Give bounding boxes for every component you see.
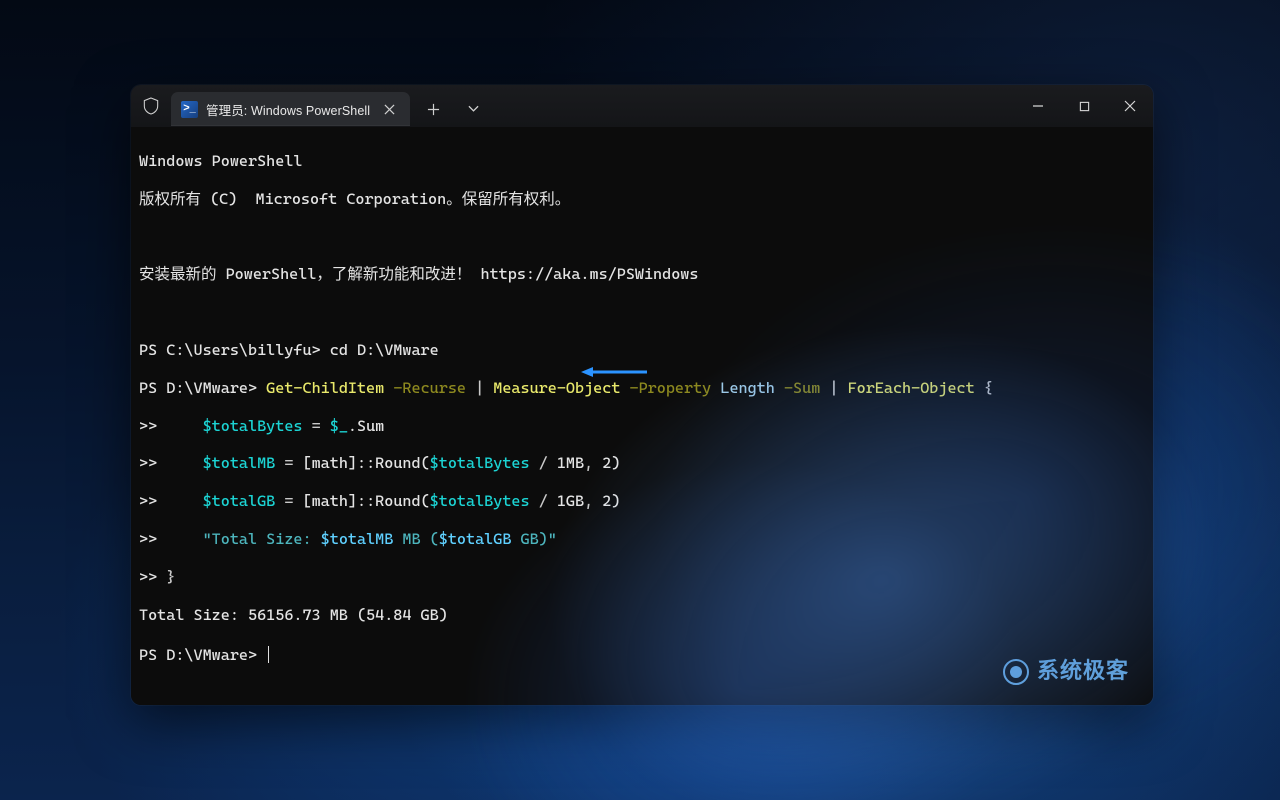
close-icon: [1124, 100, 1136, 112]
cmd-cd: cd D:\VMware: [330, 341, 439, 359]
tab-close-button[interactable]: [378, 98, 400, 120]
maximize-button[interactable]: [1061, 85, 1107, 127]
tok-pipe: |: [475, 379, 484, 397]
tok-var: $totalBytes: [203, 417, 303, 435]
plus-icon: [427, 103, 440, 116]
banner-line: Windows PowerShell: [139, 152, 302, 170]
tok-var: $totalBytes: [430, 454, 530, 472]
shield-icon: [131, 97, 171, 115]
tok-param: -Sum: [784, 379, 820, 397]
prompt: PS C:\Users\billyfu>: [139, 341, 330, 359]
minimize-icon: [1032, 100, 1044, 112]
tok-brace: {: [984, 379, 993, 397]
powershell-icon: >_: [181, 101, 198, 118]
prompt: PS D:\VMware>: [139, 379, 266, 397]
annotation-arrow-icon: [581, 366, 647, 378]
minimize-button[interactable]: [1015, 85, 1061, 127]
close-window-button[interactable]: [1107, 85, 1153, 127]
tab-title: 管理员: Windows PowerShell: [206, 100, 370, 119]
watermark: 系统极客: [1003, 658, 1129, 685]
tab-dropdown-button[interactable]: [456, 92, 490, 126]
install-url: https://aka.ms/PSWindows: [481, 265, 699, 283]
tok-cmdlet: ForEach-Object: [848, 379, 975, 397]
tok-member: .Sum: [348, 417, 384, 435]
terminal-window: >_ 管理员: Windows PowerShell: [131, 85, 1153, 705]
tok-op: /: [530, 492, 557, 510]
tok-op: /: [530, 454, 557, 472]
tok-string: MB (: [393, 530, 438, 548]
tab-powershell[interactable]: >_ 管理员: Windows PowerShell: [171, 92, 410, 126]
titlebar[interactable]: >_ 管理员: Windows PowerShell: [131, 85, 1153, 127]
copyright-line: 版权所有 (C) Microsoft Corporation。保留所有权利。: [139, 190, 570, 208]
tok-var: $_: [330, 417, 348, 435]
tok-op: =: [275, 492, 302, 510]
continuation: >>: [139, 530, 157, 548]
prompt: PS D:\VMware>: [139, 646, 266, 664]
install-hint: 安装最新的 PowerShell，了解新功能和改进！: [139, 265, 471, 283]
close-icon: [384, 104, 395, 115]
tok-literal: 1GB: [557, 492, 584, 510]
continuation: >>: [139, 454, 157, 472]
tok-var: $totalMB: [203, 454, 276, 472]
tok-op: =: [303, 417, 330, 435]
tok-call: [math]::Round(: [303, 454, 430, 472]
tok-literal: 2: [602, 492, 611, 510]
tok-cmdlet: Get-ChildItem: [266, 379, 384, 397]
tok-comma: ,: [584, 454, 602, 472]
tok-var-in-string: $totalMB: [321, 530, 394, 548]
terminal-body[interactable]: Windows PowerShell 版权所有 (C) Microsoft Co…: [131, 127, 1153, 705]
tok-arg: Length: [720, 379, 775, 397]
chevron-down-icon: [468, 105, 479, 113]
tok-brace: }: [166, 568, 175, 586]
tok-string: "Total Size:: [203, 530, 321, 548]
watermark-logo-icon: [1003, 659, 1029, 685]
tok-op: =: [275, 454, 302, 472]
tok-literal: 1MB: [557, 454, 584, 472]
continuation: >>: [139, 568, 157, 586]
tok-param: -Property: [630, 379, 712, 397]
continuation: >>: [139, 417, 157, 435]
tok-var: $totalGB: [203, 492, 276, 510]
cursor: [268, 646, 269, 663]
tok-cmdlet: Measure-Object: [493, 379, 620, 397]
tok-var-in-string: $totalGB: [439, 530, 512, 548]
tok-paren: ): [611, 454, 620, 472]
desktop-wallpaper: >_ 管理员: Windows PowerShell: [0, 0, 1280, 800]
output-line: Total Size: 56156.73 MB (54.84 GB): [139, 606, 448, 624]
continuation: >>: [139, 492, 157, 510]
new-tab-button[interactable]: [416, 92, 450, 126]
tok-string: GB)": [511, 530, 556, 548]
tok-literal: 2: [602, 454, 611, 472]
maximize-icon: [1079, 101, 1090, 112]
tok-paren: ): [611, 492, 620, 510]
tok-comma: ,: [584, 492, 602, 510]
tok-call: [math]::Round(: [303, 492, 430, 510]
watermark-text: 系统极客: [1037, 658, 1129, 685]
tok-var: $totalBytes: [430, 492, 530, 510]
tok-param: -Recurse: [393, 379, 466, 397]
